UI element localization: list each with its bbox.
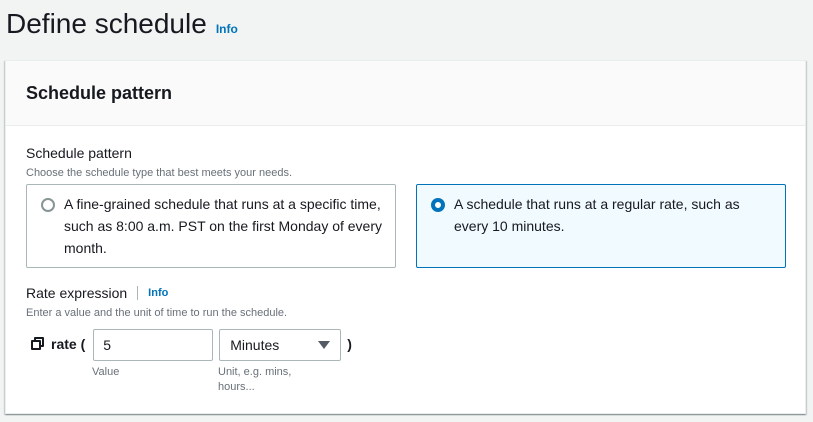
rate-prefix: rate ( (51, 336, 86, 352)
schedule-option-rate[interactable]: A schedule that runs at a regular rate, … (416, 184, 786, 268)
rate-expression-header: Rate expression Info (26, 285, 168, 301)
panel-header: Schedule pattern (6, 61, 805, 126)
rate-unit-selected: Minutes (230, 337, 280, 353)
schedule-option-rate-text: A schedule that runs at a regular rate, … (454, 196, 740, 234)
rate-expression-label: Rate expression (26, 285, 128, 301)
schedule-option-cron[interactable]: A fine-grained schedule that runs at a s… (26, 184, 396, 268)
page-header: Define schedule Info (6, 4, 238, 44)
page-title: Define schedule (6, 8, 207, 39)
radio-rate[interactable] (431, 198, 445, 212)
page-info-link[interactable]: Info (216, 22, 238, 36)
rate-expression-info-link[interactable]: Info (148, 287, 168, 299)
rate-unit-select[interactable]: Minutes (219, 329, 342, 361)
schedule-pattern-label: Schedule pattern (26, 145, 132, 161)
rate-expression-description: Enter a value and the unit of time to ru… (26, 307, 288, 319)
rate-suffix: ) (347, 336, 352, 352)
schedule-pattern-description: Choose the schedule type that best meets… (26, 167, 292, 179)
caret-down-icon (318, 341, 331, 349)
rate-unit-hint: Unit, e.g. mins, hours... (218, 366, 292, 393)
schedule-pattern-panel: Schedule pattern Schedule pattern Choose… (5, 60, 806, 414)
panel-title: Schedule pattern (26, 82, 173, 103)
radio-cron[interactable] (41, 198, 55, 212)
copy-icon[interactable] (30, 336, 46, 352)
rate-value-hint: Value (92, 366, 120, 378)
rate-value-input[interactable] (93, 329, 214, 361)
rate-expression-row: rate ( Minutes ) (30, 327, 352, 361)
schedule-option-cron-text: A fine-grained schedule that runs at a s… (64, 196, 383, 256)
label-divider (137, 286, 139, 300)
